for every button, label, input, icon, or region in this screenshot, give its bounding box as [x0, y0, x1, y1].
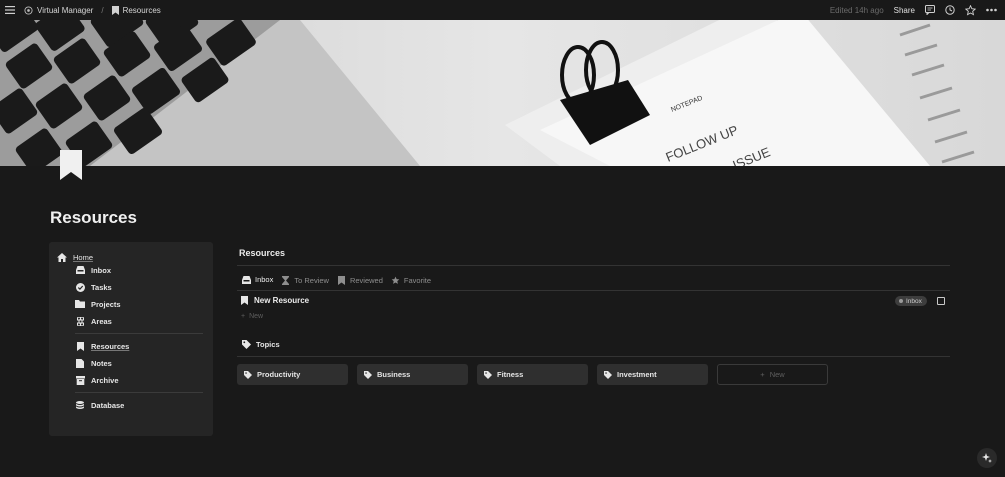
topbar-actions: Edited 14h ago Share — [830, 0, 997, 20]
home-icon — [57, 252, 67, 262]
nav-item-areas-label: Areas — [91, 316, 112, 326]
bookmark-icon — [337, 275, 346, 285]
nav-item-archive-label: Archive — [91, 375, 119, 385]
topic-card-label: Investment — [617, 370, 657, 379]
nav-item-projects[interactable]: Projects — [75, 299, 121, 309]
breadcrumb: Virtual Manager / Resources — [24, 5, 161, 15]
breadcrumb-workspace[interactable]: Virtual Manager — [37, 6, 93, 15]
tab-reviewed-label: Reviewed — [349, 275, 383, 285]
new-item-label: New — [249, 313, 264, 320]
bookmark-icon — [241, 296, 248, 305]
new-item-button[interactable]: + New — [241, 313, 263, 320]
tab-inbox[interactable]: Inbox — [239, 273, 279, 291]
nav-item-inbox-label: Inbox — [91, 265, 111, 275]
sidebar-toggle-button[interactable] — [0, 0, 20, 20]
cover-photo: NOTEPAD FOLLOW UP ISSUE — [0, 20, 1005, 166]
topic-card-label: Fitness — [497, 370, 524, 379]
topic-card-investment[interactable]: Investment — [597, 364, 708, 385]
nav-item-database-label: Database — [91, 400, 125, 410]
nav-item-resources[interactable]: Resources — [75, 341, 129, 351]
nav-item-tasks-label: Tasks — [91, 282, 112, 292]
nav-divider — [75, 333, 203, 334]
tag-icon — [364, 370, 372, 379]
tag-icon — [604, 370, 612, 379]
tag-icon — [484, 370, 492, 379]
nav-item-projects-label: Projects — [91, 299, 121, 309]
hourglass-icon — [281, 275, 290, 285]
tab-favorite-label: Favorite — [403, 275, 431, 285]
list-item-title: New Resource — [254, 296, 310, 305]
topics-divider — [237, 356, 950, 357]
inbox-icon — [242, 275, 251, 284]
list-item[interactable]: New Resource — [241, 296, 309, 305]
status-badge-label: Inbox — [906, 297, 922, 305]
top-bar: Virtual Manager / Resources Edited 14h a… — [0, 0, 1005, 20]
breadcrumb-page[interactable]: Resources — [123, 6, 161, 15]
history-icon[interactable] — [945, 5, 955, 15]
nav-item-database[interactable]: Database — [75, 400, 124, 410]
breadcrumb-separator: / — [101, 5, 104, 15]
nav-item-inbox[interactable]: Inbox — [75, 265, 111, 275]
topic-card-label: Business — [377, 370, 411, 379]
nav-divider — [75, 392, 203, 393]
archive-icon — [75, 375, 85, 385]
star-icon — [391, 276, 400, 285]
nav-home[interactable]: Home — [57, 252, 93, 262]
nav-item-notes-label: Notes — [91, 358, 112, 368]
plus-icon: + — [760, 370, 765, 379]
topic-card-fitness[interactable]: Fitness — [477, 364, 588, 385]
edited-timestamp: Edited 14h ago — [829, 5, 884, 15]
page-title: Resources — [50, 208, 137, 227]
command-icon — [75, 316, 85, 326]
nav-item-areas[interactable]: Areas — [75, 316, 112, 326]
nav-home-label: Home — [73, 252, 94, 262]
topics-header: Topics — [242, 340, 280, 349]
new-topic-button[interactable]: + New — [717, 364, 828, 385]
workspace-icon — [24, 5, 33, 15]
tab-to-review[interactable]: To Review — [278, 273, 334, 291]
database-icon — [75, 400, 85, 410]
topics-title: Topics — [256, 340, 280, 349]
tab-inbox-label: Inbox — [255, 275, 274, 284]
bookmark-icon — [75, 341, 85, 351]
note-icon — [75, 358, 85, 368]
tab-reviewed[interactable]: Reviewed — [334, 273, 388, 291]
status-badge[interactable]: Inbox — [895, 296, 927, 306]
new-topic-label: New — [769, 370, 785, 379]
section-title: Resources — [239, 248, 286, 258]
tabs-divider — [237, 290, 950, 291]
page-bookmark-icon[interactable] — [58, 148, 84, 182]
tag-icon — [242, 340, 251, 349]
menu-icon — [5, 6, 15, 14]
comment-icon[interactable] — [925, 5, 935, 15]
tab-favorite[interactable]: Favorite — [388, 273, 436, 291]
nav-item-archive[interactable]: Archive — [75, 375, 119, 385]
folder-icon — [75, 299, 85, 309]
star-icon[interactable] — [965, 4, 976, 16]
ai-assistant-button[interactable] — [977, 448, 997, 468]
more-icon[interactable] — [986, 8, 997, 12]
topic-card-label: Productivity — [257, 370, 301, 379]
section-divider — [237, 265, 950, 266]
inbox-icon — [75, 265, 85, 275]
status-dot — [899, 299, 903, 303]
cover-image[interactable]: NOTEPAD FOLLOW UP ISSUE — [0, 20, 1005, 166]
bookmark-icon — [111, 5, 119, 15]
view-tabs: Inbox To Review Reviewed Favorite — [239, 273, 436, 291]
tab-to-review-label: To Review — [294, 275, 329, 285]
nav-item-tasks[interactable]: Tasks — [75, 282, 112, 292]
topic-card-business[interactable]: Business — [357, 364, 468, 385]
nav-item-resources-label: Resources — [91, 341, 130, 351]
tag-icon — [244, 370, 252, 379]
plus-icon: + — [241, 313, 246, 320]
nav-card: Home Inbox Tasks Projects Areas Resource… — [49, 242, 213, 436]
nav-item-notes[interactable]: Notes — [75, 358, 112, 368]
topic-card-productivity[interactable]: Productivity — [237, 364, 348, 385]
check-circle-icon — [75, 282, 85, 292]
favorite-checkbox[interactable] — [937, 297, 945, 305]
share-button[interactable]: Share — [894, 6, 915, 15]
sparkle-icon — [982, 453, 992, 463]
